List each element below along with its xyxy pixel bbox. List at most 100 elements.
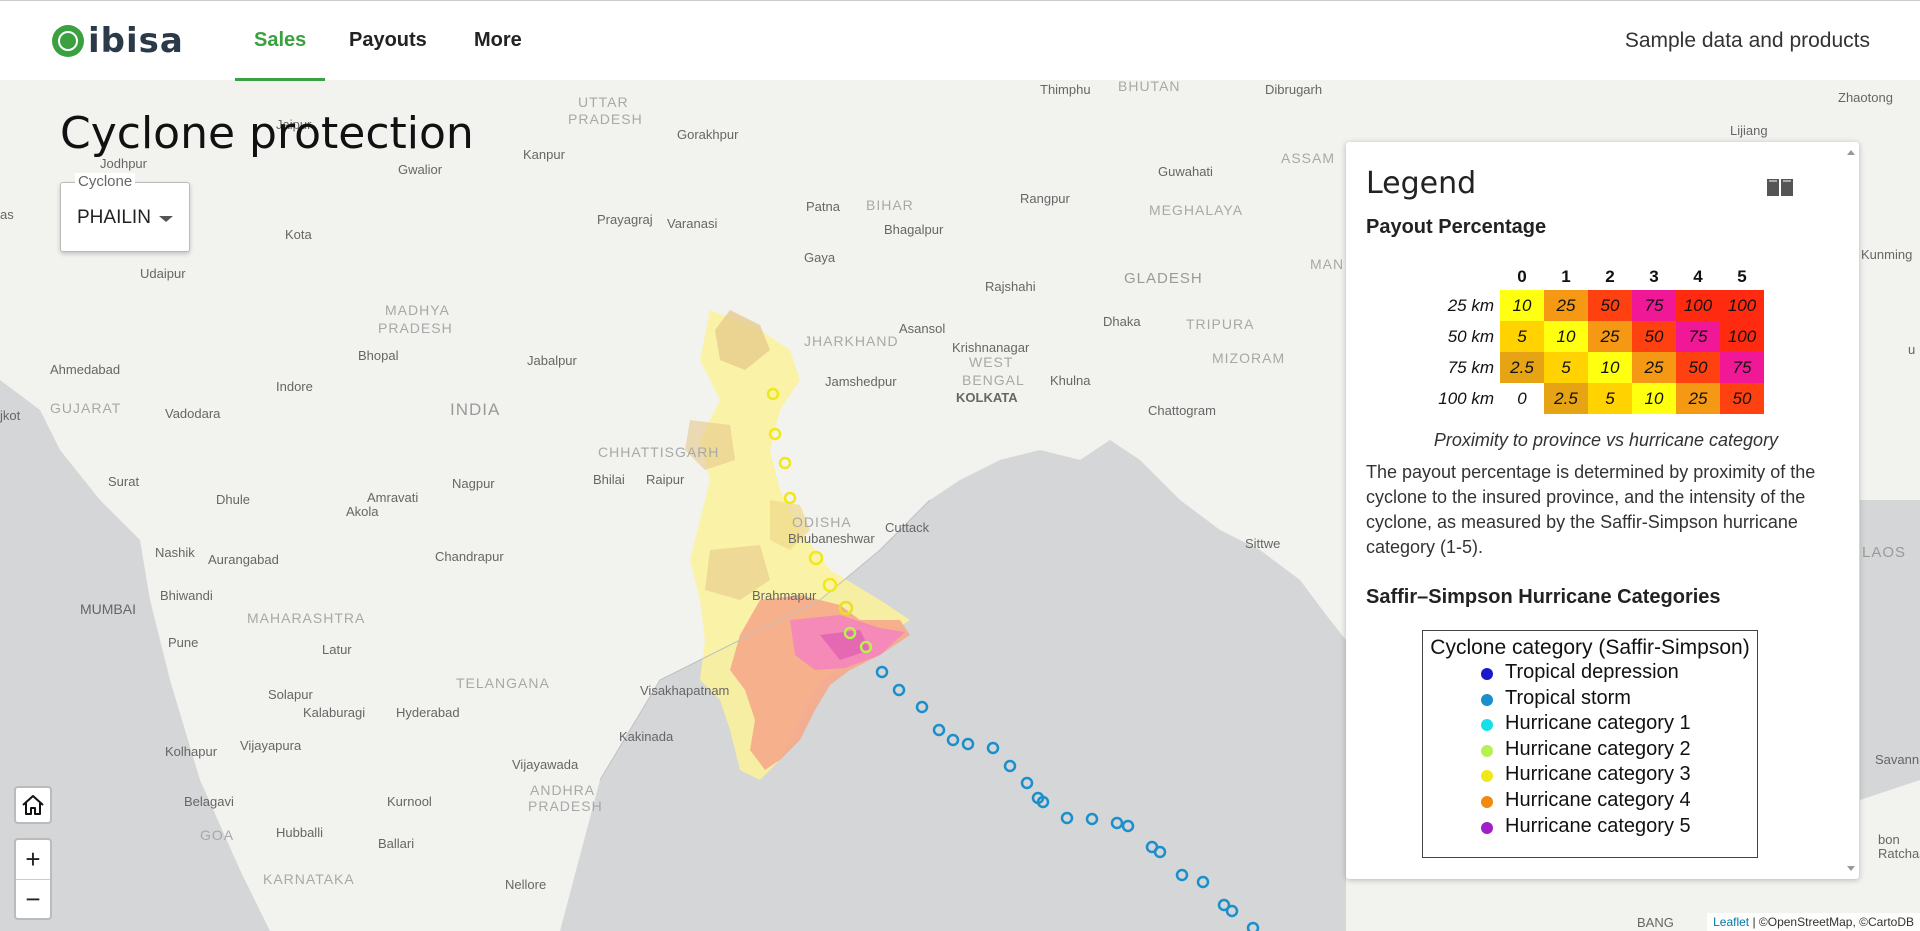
map-label: Asansol (899, 321, 946, 336)
payout-table-caption: Proximity to province vs hurricane categ… (1433, 430, 1779, 450)
map-label: Bhagalpur (884, 222, 944, 237)
map-label: INDIA (450, 400, 501, 419)
legend-title: Legend (1366, 166, 1477, 201)
payout-row: 100 km 0 2.5 5 10 25 50 (1416, 383, 1764, 414)
payout-cell: 5 (1544, 352, 1588, 383)
map-label: Prayagraj (597, 212, 653, 227)
map-label: WEST (969, 354, 1014, 370)
cyclone-category-item: Hurricane category 5 (1423, 814, 1757, 840)
scroll-down-arrow-icon[interactable] (1847, 866, 1855, 871)
map-label: TRIPURA (1186, 316, 1255, 332)
payout-row-label: 50 km (1447, 326, 1494, 346)
map-label: GUJARAT (50, 400, 122, 416)
map-label: MUMBAI (80, 601, 136, 617)
map-label: Thimphu (1040, 82, 1091, 97)
map-label: Gorakhpur (677, 127, 739, 142)
map-label: Jabalpur (527, 353, 577, 368)
sample-data-link[interactable]: Sample data and products (1625, 29, 1870, 53)
payout-cell: 75 (1720, 352, 1764, 383)
map-label: TELANGANA (456, 675, 550, 691)
payout-row: 75 km 2.5 5 10 25 50 75 (1416, 352, 1764, 383)
map-label: Amravati (367, 490, 419, 505)
map-label: MIZORAM (1212, 350, 1286, 366)
cyclone-category-item: Hurricane category 3 (1423, 762, 1757, 788)
top-navigation-bar: ibisa Sales Payouts More Sample data and… (0, 0, 1920, 81)
payout-cell: 25 (1632, 352, 1676, 383)
map-label: as (0, 207, 14, 222)
map-label: Krishnanagar (952, 340, 1030, 355)
cyclone-category-label: Hurricane category 1 (1505, 712, 1691, 735)
payout-cell: 0 (1500, 383, 1544, 414)
home-button[interactable] (14, 786, 52, 824)
payout-col-header: 3 (1649, 267, 1659, 286)
map-label: MADHYA (385, 302, 450, 318)
map-label: JHARKHAND (804, 333, 899, 349)
legend-panel[interactable]: Legend Payout Percentage 0 1 2 3 4 5 25 … (1346, 142, 1859, 879)
map-label: PRADESH (528, 798, 603, 814)
map-label: Indore (276, 379, 313, 394)
map-label: Kurnool (387, 794, 432, 809)
payout-cell: 2.5 (1544, 383, 1588, 414)
category-dot-icon (1481, 719, 1493, 732)
cyclone-category-label: Hurricane category 5 (1505, 814, 1691, 837)
map-label: Lijiang (1730, 123, 1768, 138)
tab-more[interactable]: More (455, 1, 541, 81)
payout-cell: 100 (1720, 321, 1764, 352)
payout-percentage-title: Payout Percentage (1366, 216, 1547, 238)
map-label: Patna (806, 199, 840, 214)
map-label: Akola (346, 504, 379, 519)
payout-cell: 25 (1676, 383, 1720, 414)
cyclone-category-legend-title: Cyclone category (Saffir-Simpson) (1430, 636, 1750, 659)
map-label: UTTAR (578, 94, 629, 110)
tab-payouts[interactable]: Payouts (330, 1, 446, 81)
payout-table-corner (1416, 264, 1500, 290)
logo-globe-icon (52, 25, 84, 57)
payout-cell: 10 (1544, 321, 1588, 352)
map-label: Cuttack (885, 520, 930, 535)
logo-text: ibisa (88, 21, 184, 61)
payout-cell: 10 (1500, 290, 1544, 321)
payout-row: 50 km 5 10 25 50 75 100 (1416, 321, 1764, 352)
scroll-up-arrow-icon[interactable] (1847, 150, 1855, 155)
map-label: jkot (0, 408, 21, 423)
book-icon[interactable] (1765, 176, 1795, 198)
map-label: ANDHRA (530, 782, 596, 798)
payout-cell: 100 (1720, 290, 1764, 321)
map-label: Rajshahi (985, 279, 1036, 294)
map-label: Khulna (1050, 373, 1091, 388)
ibisa-logo[interactable]: ibisa (52, 21, 184, 61)
map-label: LAOS (1862, 544, 1907, 561)
cyclone-select[interactable]: Cyclone PHAILIN (60, 173, 190, 252)
category-dot-icon (1481, 668, 1493, 680)
map-attribution: Leaflet | ©OpenStreetMap, ©CartoDB (1707, 913, 1920, 931)
zoom-in-button[interactable]: + (16, 840, 50, 880)
zoom-out-button[interactable]: − (16, 880, 50, 919)
map-label: MAHARASHTRA (247, 610, 366, 626)
payout-col-header: 5 (1737, 267, 1747, 286)
payout-cell: 50 (1632, 321, 1676, 352)
payout-cell: 50 (1720, 383, 1764, 414)
leaflet-link[interactable]: Leaflet (1713, 915, 1749, 929)
zoom-control: + − (14, 838, 52, 920)
map-label: Jamshedpur (825, 374, 897, 389)
home-icon (22, 795, 44, 815)
payout-cell: 25 (1544, 290, 1588, 321)
category-dot-icon (1481, 693, 1493, 706)
map-label: Kota (285, 227, 312, 242)
map-label: Pune (168, 635, 199, 650)
map-label: BIHAR (866, 197, 914, 213)
cyclone-category-label: Hurricane category 2 (1505, 737, 1691, 760)
page-title: Cyclone protection (60, 108, 474, 159)
category-dot-icon (1481, 770, 1493, 783)
payout-row: 25 km 10 25 50 75 100 100 (1416, 290, 1764, 321)
map-label: bon (1878, 832, 1900, 847)
map-label: Gaya (804, 250, 836, 265)
map-label: Nashik (155, 545, 195, 560)
chevron-down-icon (159, 216, 173, 222)
map-label: Hyderabad (396, 705, 460, 720)
payout-cell: 5 (1588, 383, 1632, 414)
map-label: GOA (200, 827, 235, 843)
cyclone-category-item: Hurricane category 1 (1423, 711, 1757, 737)
tab-sales[interactable]: Sales (235, 1, 326, 81)
map-label: Savann (1875, 752, 1920, 767)
